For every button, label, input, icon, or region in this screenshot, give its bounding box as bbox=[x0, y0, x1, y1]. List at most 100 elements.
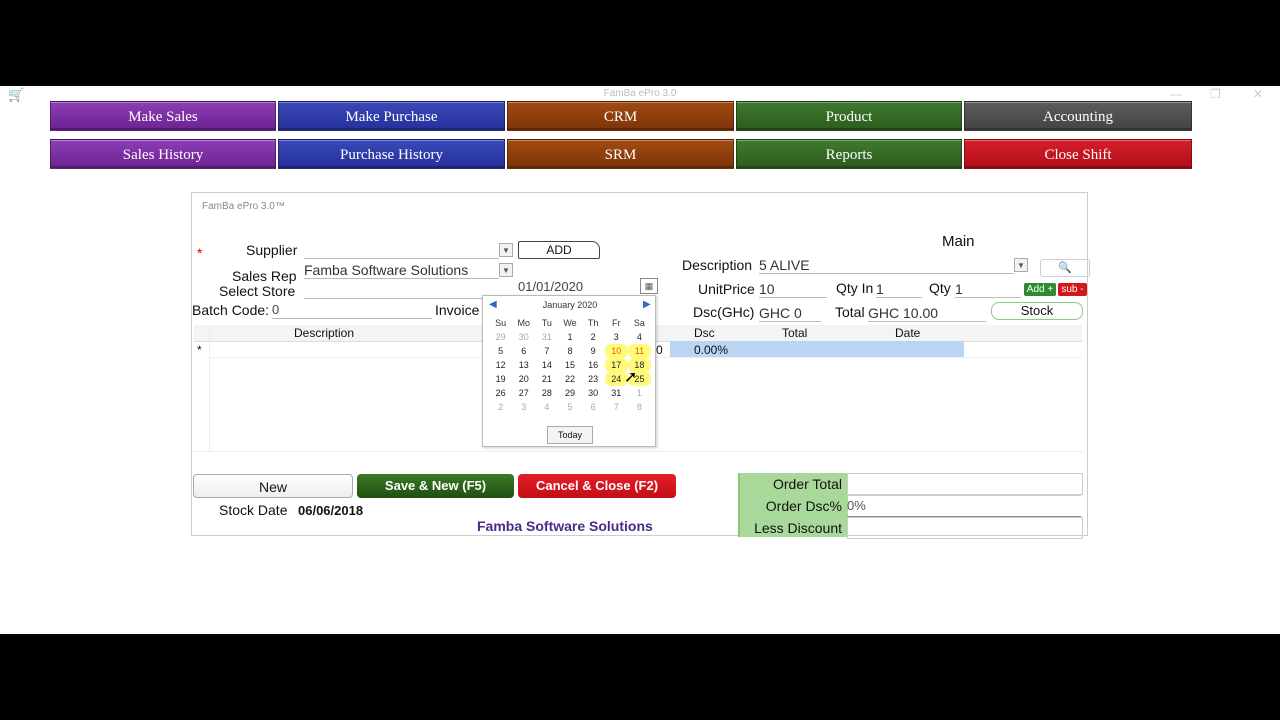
calendar-icon[interactable]: ▦ bbox=[640, 278, 658, 294]
sales-rep-dropdown-icon[interactable]: ▼ bbox=[499, 263, 513, 277]
calendar-day[interactable]: 30 bbox=[512, 330, 535, 344]
grid-divider bbox=[209, 325, 210, 451]
batch-code-field[interactable]: 0 bbox=[272, 302, 432, 319]
supplier-select[interactable] bbox=[304, 242, 499, 259]
grid-header-total[interactable]: Total bbox=[782, 325, 807, 341]
calendar-grid: Su Mo Tu We Th Fr Sa 29 30 31 1 2 3 4 5 6 7 8 9 10 11 12 13 14 1… bbox=[489, 316, 651, 414]
close-window-button[interactable]: ✕ bbox=[1253, 86, 1263, 102]
calendar-day[interactable]: 3 bbox=[605, 330, 628, 344]
weekday-header: Th bbox=[587, 318, 599, 328]
sub-qty-button[interactable]: sub - bbox=[1058, 283, 1087, 296]
calendar-day[interactable]: 23 bbox=[582, 372, 605, 386]
srm-button[interactable]: SRM bbox=[507, 139, 734, 169]
unit-price-field[interactable]: 10 bbox=[759, 281, 827, 298]
today-button[interactable]: Today bbox=[547, 426, 593, 444]
weekday-header: Fr bbox=[612, 318, 621, 328]
calendar-day[interactable]: 2 bbox=[489, 400, 512, 414]
description-select[interactable]: 5 ALIVE bbox=[759, 257, 1014, 274]
app-window: FamBa ePro 3.0 🛒 — ❐ ✕ Make Sales Make P… bbox=[0, 86, 1280, 634]
calendar-day[interactable]: 5 bbox=[558, 400, 581, 414]
dsc-field[interactable]: GHC 0 bbox=[759, 305, 821, 322]
sales-history-button[interactable]: Sales History bbox=[50, 139, 276, 169]
weekday-header: Su bbox=[495, 318, 507, 328]
crm-button[interactable]: CRM bbox=[507, 101, 734, 131]
calendar-day[interactable]: 4 bbox=[628, 330, 651, 344]
calendar-day[interactable]: 7 bbox=[605, 400, 628, 414]
purchase-panel: FamBa ePro 3.0™ * Supplier ▼ ADD Sales R… bbox=[191, 192, 1090, 539]
calendar-day[interactable]: 9 bbox=[582, 344, 605, 358]
calendar-day[interactable]: 4 bbox=[535, 400, 558, 414]
order-total-field bbox=[847, 473, 1083, 495]
calendar-day[interactable]: 3 bbox=[512, 400, 535, 414]
new-button[interactable]: New bbox=[193, 474, 353, 498]
calendar-day[interactable]: 28 bbox=[535, 386, 558, 400]
close-shift-button[interactable]: Close Shift bbox=[964, 139, 1192, 169]
purchase-history-button[interactable]: Purchase History bbox=[278, 139, 505, 169]
make-sales-button[interactable]: Make Sales bbox=[50, 101, 276, 131]
qty-label: Qty bbox=[929, 280, 951, 296]
weekday-header: Tu bbox=[541, 318, 552, 328]
calendar-day[interactable]: 2 bbox=[582, 330, 605, 344]
description-dropdown-icon[interactable]: ▼ bbox=[1014, 258, 1028, 272]
make-purchase-button[interactable]: Make Purchase bbox=[278, 101, 505, 131]
calendar-day[interactable]: 16 bbox=[582, 358, 605, 372]
order-dsc-label: Order Dsc% bbox=[765, 498, 842, 514]
search-icon[interactable]: 🔍 bbox=[1040, 259, 1090, 277]
calendar-day[interactable]: 14 bbox=[535, 358, 558, 372]
qty-field[interactable]: 1 bbox=[955, 281, 1021, 298]
calendar-day[interactable]: 10 bbox=[604, 344, 628, 358]
sales-rep-select[interactable]: Famba Software Solutions bbox=[304, 262, 499, 279]
select-store-select[interactable] bbox=[304, 282, 499, 299]
calendar-day[interactable]: 12 bbox=[489, 358, 512, 372]
invoice-label: Invoice bbox=[435, 302, 480, 318]
stock-date-label: Stock Date bbox=[219, 502, 288, 518]
next-month-icon[interactable]: ▶ bbox=[643, 299, 651, 310]
required-mark: * bbox=[197, 245, 203, 261]
order-dsc-field[interactable]: 0% bbox=[847, 495, 1081, 518]
calendar-day[interactable]: 20 bbox=[512, 372, 535, 386]
calendar-day[interactable]: 11 bbox=[627, 344, 651, 358]
accounting-button[interactable]: Accounting bbox=[964, 101, 1192, 131]
calendar-day[interactable]: 15 bbox=[558, 358, 581, 372]
calendar-day[interactable]: 19 bbox=[489, 372, 512, 386]
calendar-day[interactable]: 5 bbox=[489, 344, 512, 358]
calendar-day[interactable]: 31 bbox=[535, 330, 558, 344]
add-qty-button[interactable]: Add + bbox=[1024, 283, 1056, 296]
product-button[interactable]: Product bbox=[736, 101, 962, 131]
cancel-close-button[interactable]: Cancel & Close (F2) bbox=[518, 474, 676, 498]
calendar-day[interactable]: 7 bbox=[535, 344, 558, 358]
weekday-header: Mo bbox=[517, 318, 530, 328]
calendar-day[interactable]: 21 bbox=[535, 372, 558, 386]
qty-in-field[interactable]: 1 bbox=[876, 281, 922, 298]
calendar-day[interactable]: 8 bbox=[558, 344, 581, 358]
calendar-day[interactable]: 30 bbox=[582, 386, 605, 400]
supplier-dropdown-icon[interactable]: ▼ bbox=[499, 243, 513, 257]
calendar-day[interactable]: 1 bbox=[628, 386, 651, 400]
reports-button[interactable]: Reports bbox=[736, 139, 962, 169]
calendar-day[interactable]: 27 bbox=[512, 386, 535, 400]
minimize-button[interactable]: — bbox=[1170, 86, 1182, 102]
calendar-month[interactable]: January 2020 bbox=[483, 300, 657, 310]
grid-header-date[interactable]: Date bbox=[895, 325, 920, 341]
calendar-day[interactable]: 6 bbox=[512, 344, 535, 358]
calendar-day[interactable]: 31 bbox=[605, 386, 628, 400]
date-field[interactable]: 01/01/2020 bbox=[518, 279, 636, 296]
save-new-button[interactable]: Save & New (F5) bbox=[357, 474, 514, 498]
calendar-day[interactable]: 29 bbox=[489, 330, 512, 344]
calendar-day[interactable]: 6 bbox=[582, 400, 605, 414]
grid-header-description[interactable]: Description bbox=[294, 325, 354, 341]
maximize-button[interactable]: ❐ bbox=[1210, 86, 1221, 102]
calendar-day[interactable]: 8 bbox=[628, 400, 651, 414]
stock-button[interactable]: Stock bbox=[991, 302, 1083, 320]
calendar-day[interactable]: 22 bbox=[558, 372, 581, 386]
calendar-day[interactable]: 26 bbox=[489, 386, 512, 400]
main-store-label: Main bbox=[942, 233, 975, 250]
total-label: Total bbox=[835, 304, 865, 320]
calendar-day[interactable]: 29 bbox=[558, 386, 581, 400]
add-supplier-button[interactable]: ADD bbox=[518, 241, 600, 259]
unit-price-label: UnitPrice bbox=[698, 281, 755, 297]
calendar-day[interactable]: 1 bbox=[558, 330, 581, 344]
calendar-day[interactable]: 13 bbox=[512, 358, 535, 372]
row-dsc-value: 0.00% bbox=[694, 343, 729, 357]
grid-header-dsc[interactable]: Dsc bbox=[694, 325, 715, 341]
